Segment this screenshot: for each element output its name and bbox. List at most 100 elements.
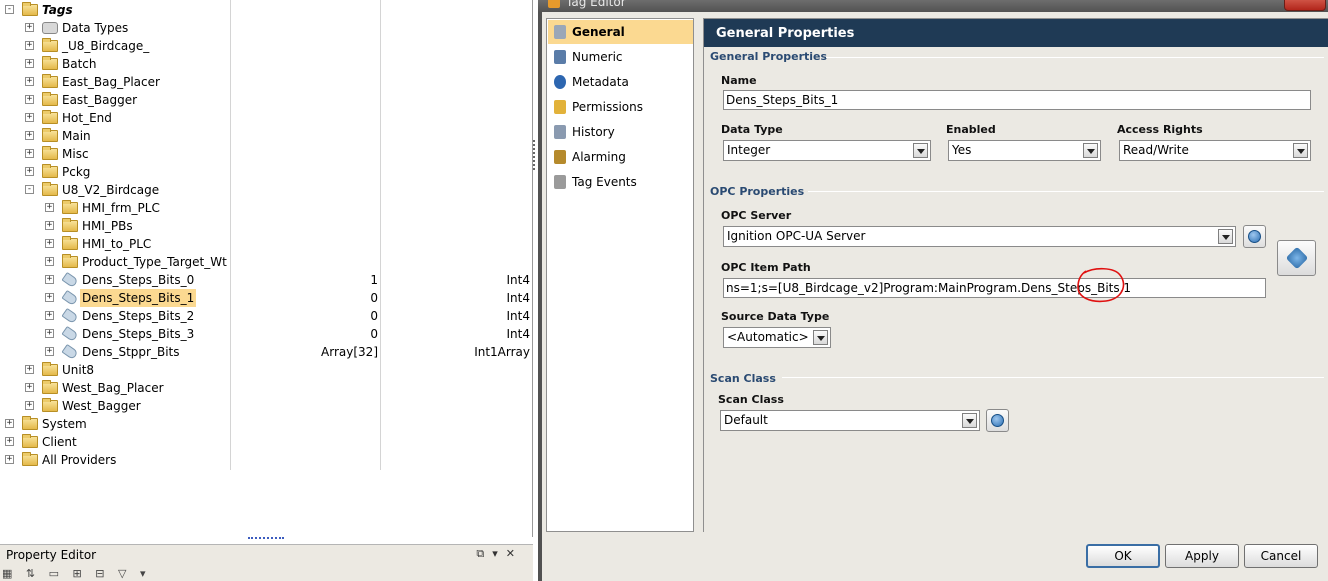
tree-row[interactable]: + Unit8 <box>0 361 532 379</box>
expand-icon[interactable]: + <box>5 437 14 446</box>
nav-item-tag-events[interactable]: Tag Events <box>548 170 693 194</box>
splitter-grip[interactable] <box>248 537 284 541</box>
expand-icon[interactable]: + <box>5 419 14 428</box>
tree-row[interactable]: + Dens_Steps_Bits_0 1 Int4 <box>0 271 532 289</box>
enabled-select[interactable]: Yes <box>948 140 1101 161</box>
expand-icon[interactable]: + <box>25 23 34 32</box>
tree-row[interactable]: + _U8_Birdcage_ <box>0 37 532 55</box>
chevron-down-icon[interactable] <box>913 143 928 158</box>
scan-class-select[interactable]: Default <box>720 410 980 431</box>
tree-root-tags[interactable]: - Tags <box>0 1 532 19</box>
expand-icon[interactable]: + <box>45 293 54 302</box>
opc-browse-button[interactable] <box>1277 240 1316 276</box>
expand-icon[interactable]: + <box>25 383 34 392</box>
expand-icon[interactable]: + <box>45 203 54 212</box>
nav-item-permissions[interactable]: Permissions <box>548 95 693 119</box>
tree-row[interactable]: + HMI_PBs <box>0 217 532 235</box>
scan-class-refresh-button[interactable] <box>986 409 1009 432</box>
dropdown-icon[interactable]: ▾ <box>140 567 146 580</box>
opc-server-refresh-button[interactable] <box>1243 225 1266 248</box>
expand-icon[interactable]: + <box>25 401 34 410</box>
nav-item-numeric[interactable]: Numeric <box>548 45 693 69</box>
expand-icon[interactable]: + <box>25 95 34 104</box>
tree-row[interactable]: + All Providers <box>0 451 532 469</box>
expand-icon[interactable]: + <box>45 257 54 266</box>
collapse-icon[interactable]: - <box>25 185 34 194</box>
expand-icon[interactable]: + <box>25 77 34 86</box>
tree-row[interactable]: - U8_V2_Birdcage <box>0 181 532 199</box>
opc-server-select[interactable]: Ignition OPC-UA Server <box>723 226 1236 247</box>
tree-item-label: West_Bag_Placer <box>62 381 164 395</box>
expand-icon[interactable]: + <box>45 329 54 338</box>
data-type-select[interactable]: Integer <box>723 140 931 161</box>
tag-value-cell: 0 <box>370 327 378 341</box>
chevron-down-icon[interactable] <box>1083 143 1098 158</box>
dock-buttons: ⧉▾✕ <box>476 547 523 561</box>
cancel-button[interactable]: Cancel <box>1244 544 1318 568</box>
dialog-titlebar[interactable]: Tag Editor <box>538 0 1328 12</box>
opc-item-path-field[interactable]: ns=1;s=[U8_Birdcage_v2]Program:MainProgr… <box>723 278 1266 298</box>
sort-icon[interactable]: ⇅ <box>26 567 35 580</box>
filter-icon[interactable]: ▽ <box>118 567 126 580</box>
tree-row[interactable]: + Dens_Steps_Bits_2 0 Int4 <box>0 307 532 325</box>
expand-icon[interactable]: + <box>25 113 34 122</box>
nav-item-history[interactable]: History <box>548 120 693 144</box>
tree-row[interactable]: + Dens_Stppr_Bits Array[32] Int1Array <box>0 343 532 361</box>
restore-icon[interactable]: ⧉ <box>476 547 492 560</box>
tree-row[interactable]: + Pckg <box>0 163 532 181</box>
tree-row[interactable]: + Client <box>0 433 532 451</box>
expand-icon[interactable]: + <box>45 221 54 230</box>
expand-all-icon[interactable]: ⊞ <box>73 567 82 580</box>
source-data-type-select[interactable]: <Automatic> <box>723 327 831 348</box>
chevron-down-icon[interactable] <box>962 413 977 428</box>
expand-icon[interactable]: + <box>25 365 34 374</box>
apply-button[interactable]: Apply <box>1165 544 1239 568</box>
ok-button[interactable]: OK <box>1086 544 1160 568</box>
chevron-down-icon[interactable] <box>1293 143 1308 158</box>
panel-icon[interactable]: ▭ <box>49 567 59 580</box>
window-close-button[interactable] <box>1284 0 1326 11</box>
expand-icon[interactable]: + <box>25 131 34 140</box>
vertical-splitter-grip[interactable] <box>533 140 537 170</box>
tree-row[interactable]: + Batch <box>0 55 532 73</box>
expand-icon[interactable]: + <box>5 455 14 464</box>
tree-row[interactable]: + Data Types <box>0 19 532 37</box>
tree-row[interactable]: + West_Bagger <box>0 397 532 415</box>
expand-icon[interactable]: + <box>45 239 54 248</box>
nav-item-general[interactable]: General <box>548 20 693 44</box>
tree-row[interactable]: + East_Bag_Placer <box>0 73 532 91</box>
tree-row[interactable]: + Misc <box>0 145 532 163</box>
nav-item-label: Alarming <box>572 150 626 164</box>
tree-row[interactable]: + West_Bag_Placer <box>0 379 532 397</box>
tree-row[interactable]: + Product_Type_Target_Wt <box>0 253 532 271</box>
categorized-icon[interactable]: ▦ <box>2 567 12 580</box>
access-rights-select[interactable]: Read/Write <box>1119 140 1311 161</box>
collapse-icon[interactable]: - <box>5 5 14 14</box>
expand-icon[interactable]: + <box>25 59 34 68</box>
tag-browser-tree[interactable]: - Tags + Data Types + _U8_Birdcage_ + Batch + E… <box>0 0 533 537</box>
close-icon[interactable]: ✕ <box>506 547 523 560</box>
expand-icon[interactable]: + <box>25 167 34 176</box>
tree-row[interactable]: + Dens_Steps_Bits_3 0 Int4 <box>0 325 532 343</box>
nav-item-metadata[interactable]: Metadata <box>548 70 693 94</box>
tree-row[interactable]: + HMI_to_PLC <box>0 235 532 253</box>
expand-icon[interactable]: + <box>45 275 54 284</box>
tree-row[interactable]: + System <box>0 415 532 433</box>
nav-item-alarming[interactable]: Alarming <box>548 145 693 169</box>
name-field[interactable]: Dens_Steps_Bits_1 <box>723 90 1311 110</box>
pin-icon[interactable]: ▾ <box>492 547 506 560</box>
expand-icon[interactable]: + <box>25 41 34 50</box>
tree-row[interactable]: + HMI_frm_PLC <box>0 199 532 217</box>
chevron-down-icon[interactable] <box>813 330 828 345</box>
expand-icon[interactable]: + <box>45 347 54 356</box>
folder-icon <box>42 110 58 124</box>
collapse-all-icon[interactable]: ⊟ <box>95 567 104 580</box>
expand-icon[interactable]: + <box>45 311 54 320</box>
section-opc-properties: OPC Properties <box>710 185 805 198</box>
tree-row[interactable]: + Main <box>0 127 532 145</box>
chevron-down-icon[interactable] <box>1218 229 1233 244</box>
tree-row[interactable]: + East_Bagger <box>0 91 532 109</box>
expand-icon[interactable]: + <box>25 149 34 158</box>
tree-row[interactable]: + Dens_Steps_Bits_1 0 Int4 <box>0 289 532 307</box>
tree-row[interactable]: + Hot_End <box>0 109 532 127</box>
